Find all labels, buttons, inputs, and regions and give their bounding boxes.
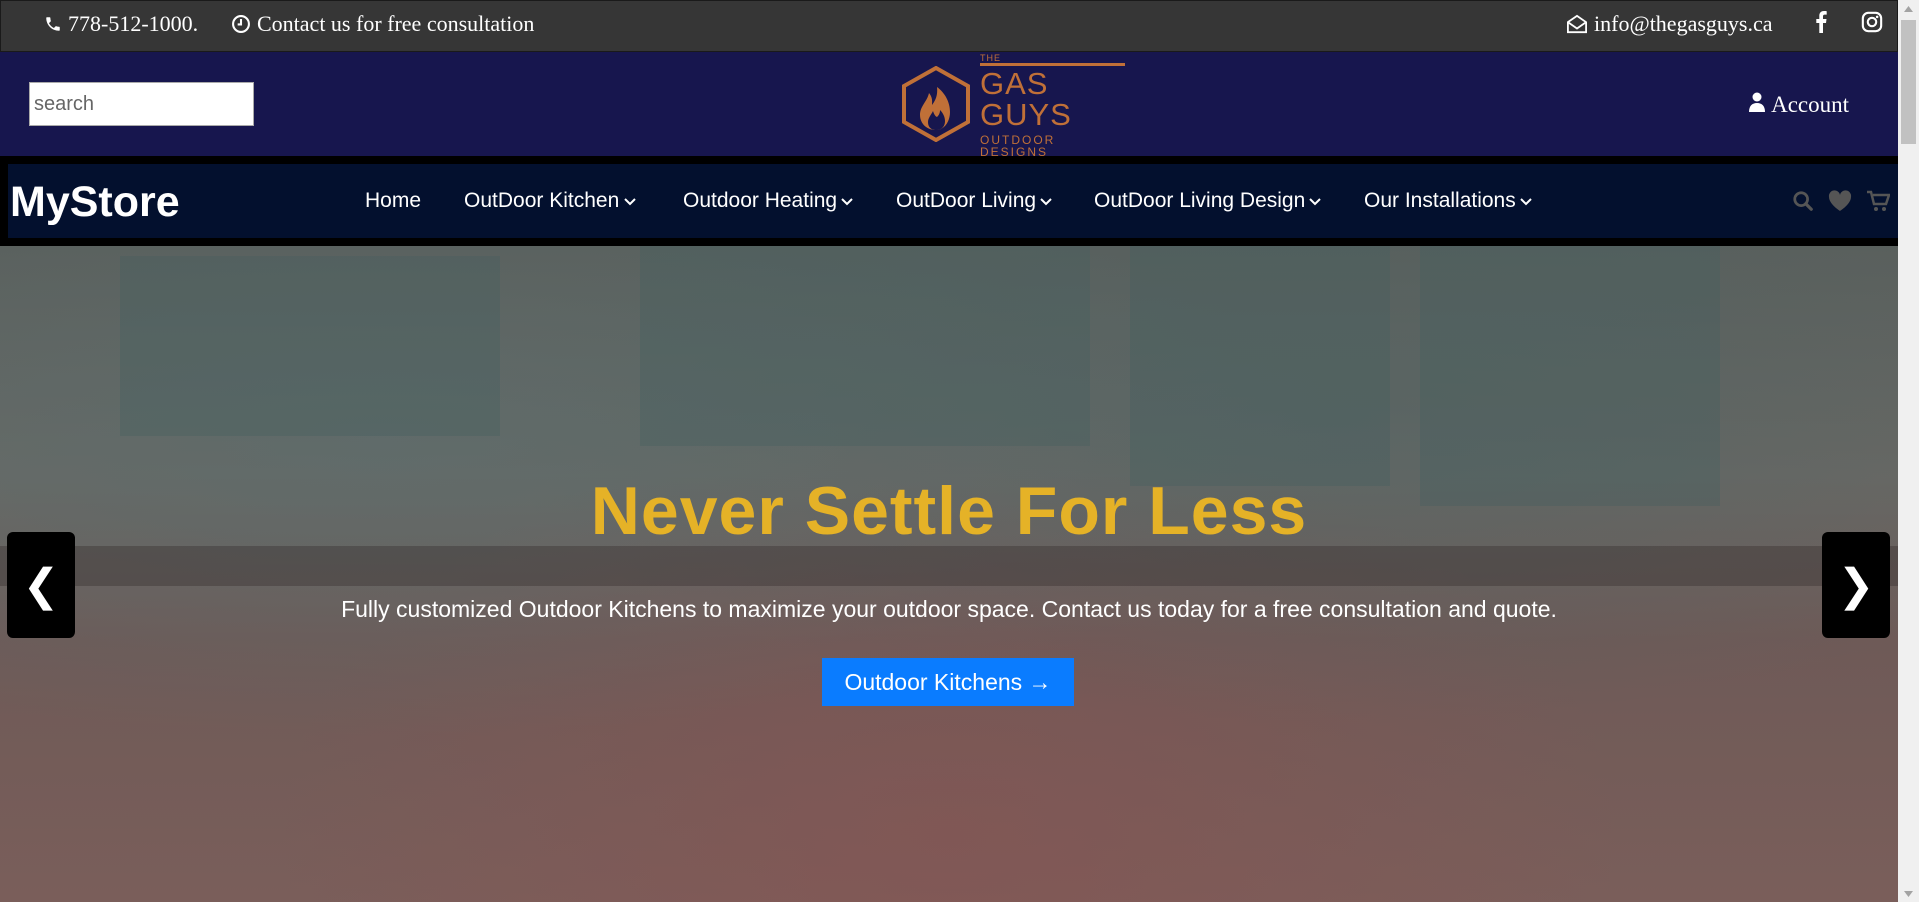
chevron-down-icon xyxy=(1040,189,1052,213)
nav-bar: MyStore Home OutDoor Kitchen Outdoor Hea… xyxy=(8,164,1898,238)
consultation-link[interactable]: Contact us for free consultation xyxy=(231,11,534,37)
hero-subtitle: Fully customized Outdoor Kitchens to max… xyxy=(341,596,1557,622)
search-icon[interactable] xyxy=(1792,190,1814,217)
envelope-icon xyxy=(1566,14,1588,34)
nav-item-outdoor-living-design[interactable]: OutDoor Living Design xyxy=(1094,189,1321,213)
chevron-left-icon: ❮ xyxy=(22,560,60,610)
scroll-up-icon[interactable] xyxy=(1898,0,1919,17)
hero-background-shape xyxy=(640,246,1090,446)
account-link[interactable]: Account xyxy=(1749,92,1849,118)
outdoor-kitchens-button[interactable]: Outdoor Kitchens → xyxy=(822,658,1074,706)
nav-item-label: Home xyxy=(365,189,422,212)
site-header: THE GAS GUYS OUTDOOR DESIGNS Account xyxy=(0,52,1898,158)
hero-title: Never Settle For Less xyxy=(590,473,1308,549)
hero-background-shape xyxy=(120,256,500,436)
logo-wordmark: THE GAS GUYS OUTDOOR DESIGNS xyxy=(980,54,1125,158)
logo-the: THE xyxy=(980,53,1001,63)
hero-background-shape xyxy=(0,546,1898,586)
cart-icon[interactable] xyxy=(1866,190,1891,217)
nav-item-outdoor-kitchen[interactable]: OutDoor Kitchen xyxy=(464,189,637,213)
clock-icon xyxy=(231,14,251,34)
store-brand[interactable]: MyStore xyxy=(10,178,180,227)
email-link[interactable]: info@thegasguys.ca xyxy=(1566,11,1773,37)
gas-guys-logo[interactable]: THE GAS GUYS OUTDOOR DESIGNS xyxy=(900,54,1125,158)
hero-background-shape xyxy=(1130,246,1390,486)
nav-item-label: Outdoor Heating xyxy=(683,189,838,212)
instagram-icon xyxy=(1861,11,1883,33)
chevron-down-icon xyxy=(1309,189,1321,213)
nav-item-label: Our Installations xyxy=(1364,189,1516,212)
instagram-link[interactable] xyxy=(1861,11,1883,33)
slider-next-button[interactable]: ❯ xyxy=(1822,532,1890,638)
phone-link[interactable]: 778-512-1000. xyxy=(44,11,198,37)
nav-item-label: OutDoor Living Design xyxy=(1094,189,1306,212)
nav-item-label: OutDoor Kitchen xyxy=(464,189,620,212)
hero-slider: Never Settle For Less Fully customized O… xyxy=(0,246,1898,902)
facebook-icon xyxy=(1814,11,1828,33)
chevron-down-icon xyxy=(1520,189,1532,213)
logo-name: GAS GUYS xyxy=(980,63,1125,130)
top-contact-bar: 778-512-1000. Contact us for free consul… xyxy=(0,0,1898,52)
heart-icon[interactable] xyxy=(1828,190,1852,217)
user-icon xyxy=(1749,92,1766,118)
hero-background-shape xyxy=(1420,246,1720,506)
email-address: info@thegasguys.ca xyxy=(1594,11,1773,36)
search-input[interactable] xyxy=(29,82,254,126)
nav-item-our-installations[interactable]: Our Installations xyxy=(1364,189,1532,213)
nav-item-outdoor-living[interactable]: OutDoor Living xyxy=(896,189,1052,213)
flame-logo-icon xyxy=(900,65,972,147)
scrollbar-thumb[interactable] xyxy=(1901,20,1916,144)
chevron-right-icon: ❯ xyxy=(1837,560,1875,610)
phone-number: 778-512-1000. xyxy=(68,11,199,36)
chevron-down-icon xyxy=(841,189,853,213)
nav-item-home[interactable]: Home xyxy=(365,189,421,213)
page: 778-512-1000. Contact us for free consul… xyxy=(0,0,1898,902)
nav-action-icons xyxy=(1792,190,1891,217)
phone-icon xyxy=(44,15,62,33)
consultation-text: Contact us for free consultation xyxy=(257,11,535,36)
scroll-down-icon[interactable] xyxy=(1898,885,1919,902)
nav-item-label: OutDoor Living xyxy=(896,189,1037,212)
nav-item-outdoor-heating[interactable]: Outdoor Heating xyxy=(683,189,853,213)
account-label: Account xyxy=(1771,92,1849,117)
facebook-link[interactable] xyxy=(1814,11,1828,33)
chevron-down-icon xyxy=(623,189,637,213)
slider-prev-button[interactable]: ❮ xyxy=(7,532,75,638)
main-navigation: MyStore Home OutDoor Kitchen Outdoor Hea… xyxy=(0,156,1898,246)
logo-subtitle: OUTDOOR DESIGNS xyxy=(980,133,1056,159)
page-scrollbar[interactable] xyxy=(1898,0,1919,902)
